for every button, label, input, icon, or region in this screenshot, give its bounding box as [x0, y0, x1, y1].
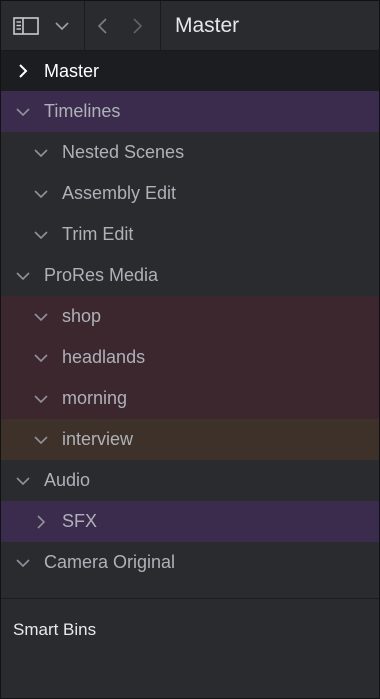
chevron-left-icon[interactable]	[97, 17, 109, 34]
bin-prores-media[interactable]: ProRes Media	[1, 255, 379, 296]
bin-camera-original[interactable]: Camera Original	[1, 542, 379, 583]
chevron-down-icon[interactable]	[15, 555, 31, 571]
bin-label: SFX	[62, 511, 98, 531]
chevron-down-icon[interactable]	[33, 432, 49, 448]
chevron-down-icon[interactable]	[33, 186, 49, 202]
bin-panel-header: Master	[1, 1, 379, 51]
bin-label: Timelines	[44, 101, 121, 121]
media-pool-bin-panel: Master Master Timelines Nested Scenes As…	[0, 0, 380, 699]
bin-interview[interactable]: interview	[1, 419, 379, 460]
bin-audio[interactable]: Audio	[1, 460, 379, 501]
smart-bins-label[interactable]: Smart Bins	[13, 620, 96, 639]
bin-label: headlands	[62, 347, 146, 367]
smart-bins-section: Smart Bins	[1, 598, 379, 640]
bin-label: ProRes Media	[44, 265, 159, 285]
bin-tree: Master Timelines Nested Scenes Assembly …	[1, 51, 379, 583]
bin-label: morning	[62, 388, 128, 408]
bin-label: Camera Original	[44, 552, 176, 572]
bin-shop[interactable]: shop	[1, 296, 379, 337]
bin-label: shop	[62, 306, 102, 326]
chevron-right-icon[interactable]	[33, 514, 49, 530]
bin-headlands[interactable]: headlands	[1, 337, 379, 378]
chevron-down-icon[interactable]	[15, 104, 31, 120]
chevron-down-icon[interactable]	[15, 473, 31, 489]
bin-label: Audio	[44, 470, 91, 490]
sidebar-toggle-group[interactable]	[1, 1, 85, 50]
bin-assembly-edit[interactable]: Assembly Edit	[1, 173, 379, 214]
chevron-right-icon[interactable]	[15, 63, 31, 79]
chevron-down-icon[interactable]	[33, 309, 49, 325]
bin-label: interview	[62, 429, 134, 449]
bin-label: Trim Edit	[62, 224, 134, 244]
sidebar-toggle-icon[interactable]	[13, 16, 39, 35]
bin-sfx[interactable]: SFX	[1, 501, 379, 542]
chevron-down-icon[interactable]	[15, 268, 31, 284]
bin-label: Assembly Edit	[62, 183, 177, 203]
chevron-right-icon[interactable]	[131, 17, 143, 34]
bin-trim-edit[interactable]: Trim Edit	[1, 214, 379, 255]
current-bin-title: Master	[175, 13, 240, 37]
bin-master[interactable]: Master	[1, 51, 379, 91]
bin-timelines[interactable]: Timelines	[1, 91, 379, 132]
bin-nested-scenes[interactable]: Nested Scenes	[1, 132, 379, 173]
bin-label: Master	[44, 60, 100, 81]
chevron-down-icon[interactable]	[33, 391, 49, 407]
chevron-down-icon[interactable]	[33, 350, 49, 366]
bin-label: Nested Scenes	[62, 142, 185, 162]
bin-morning[interactable]: morning	[1, 378, 379, 419]
bin-navigation	[85, 1, 161, 50]
chevron-down-icon[interactable]	[33, 145, 49, 161]
chevron-down-icon[interactable]	[33, 227, 49, 243]
chevron-down-icon[interactable]	[55, 21, 69, 31]
